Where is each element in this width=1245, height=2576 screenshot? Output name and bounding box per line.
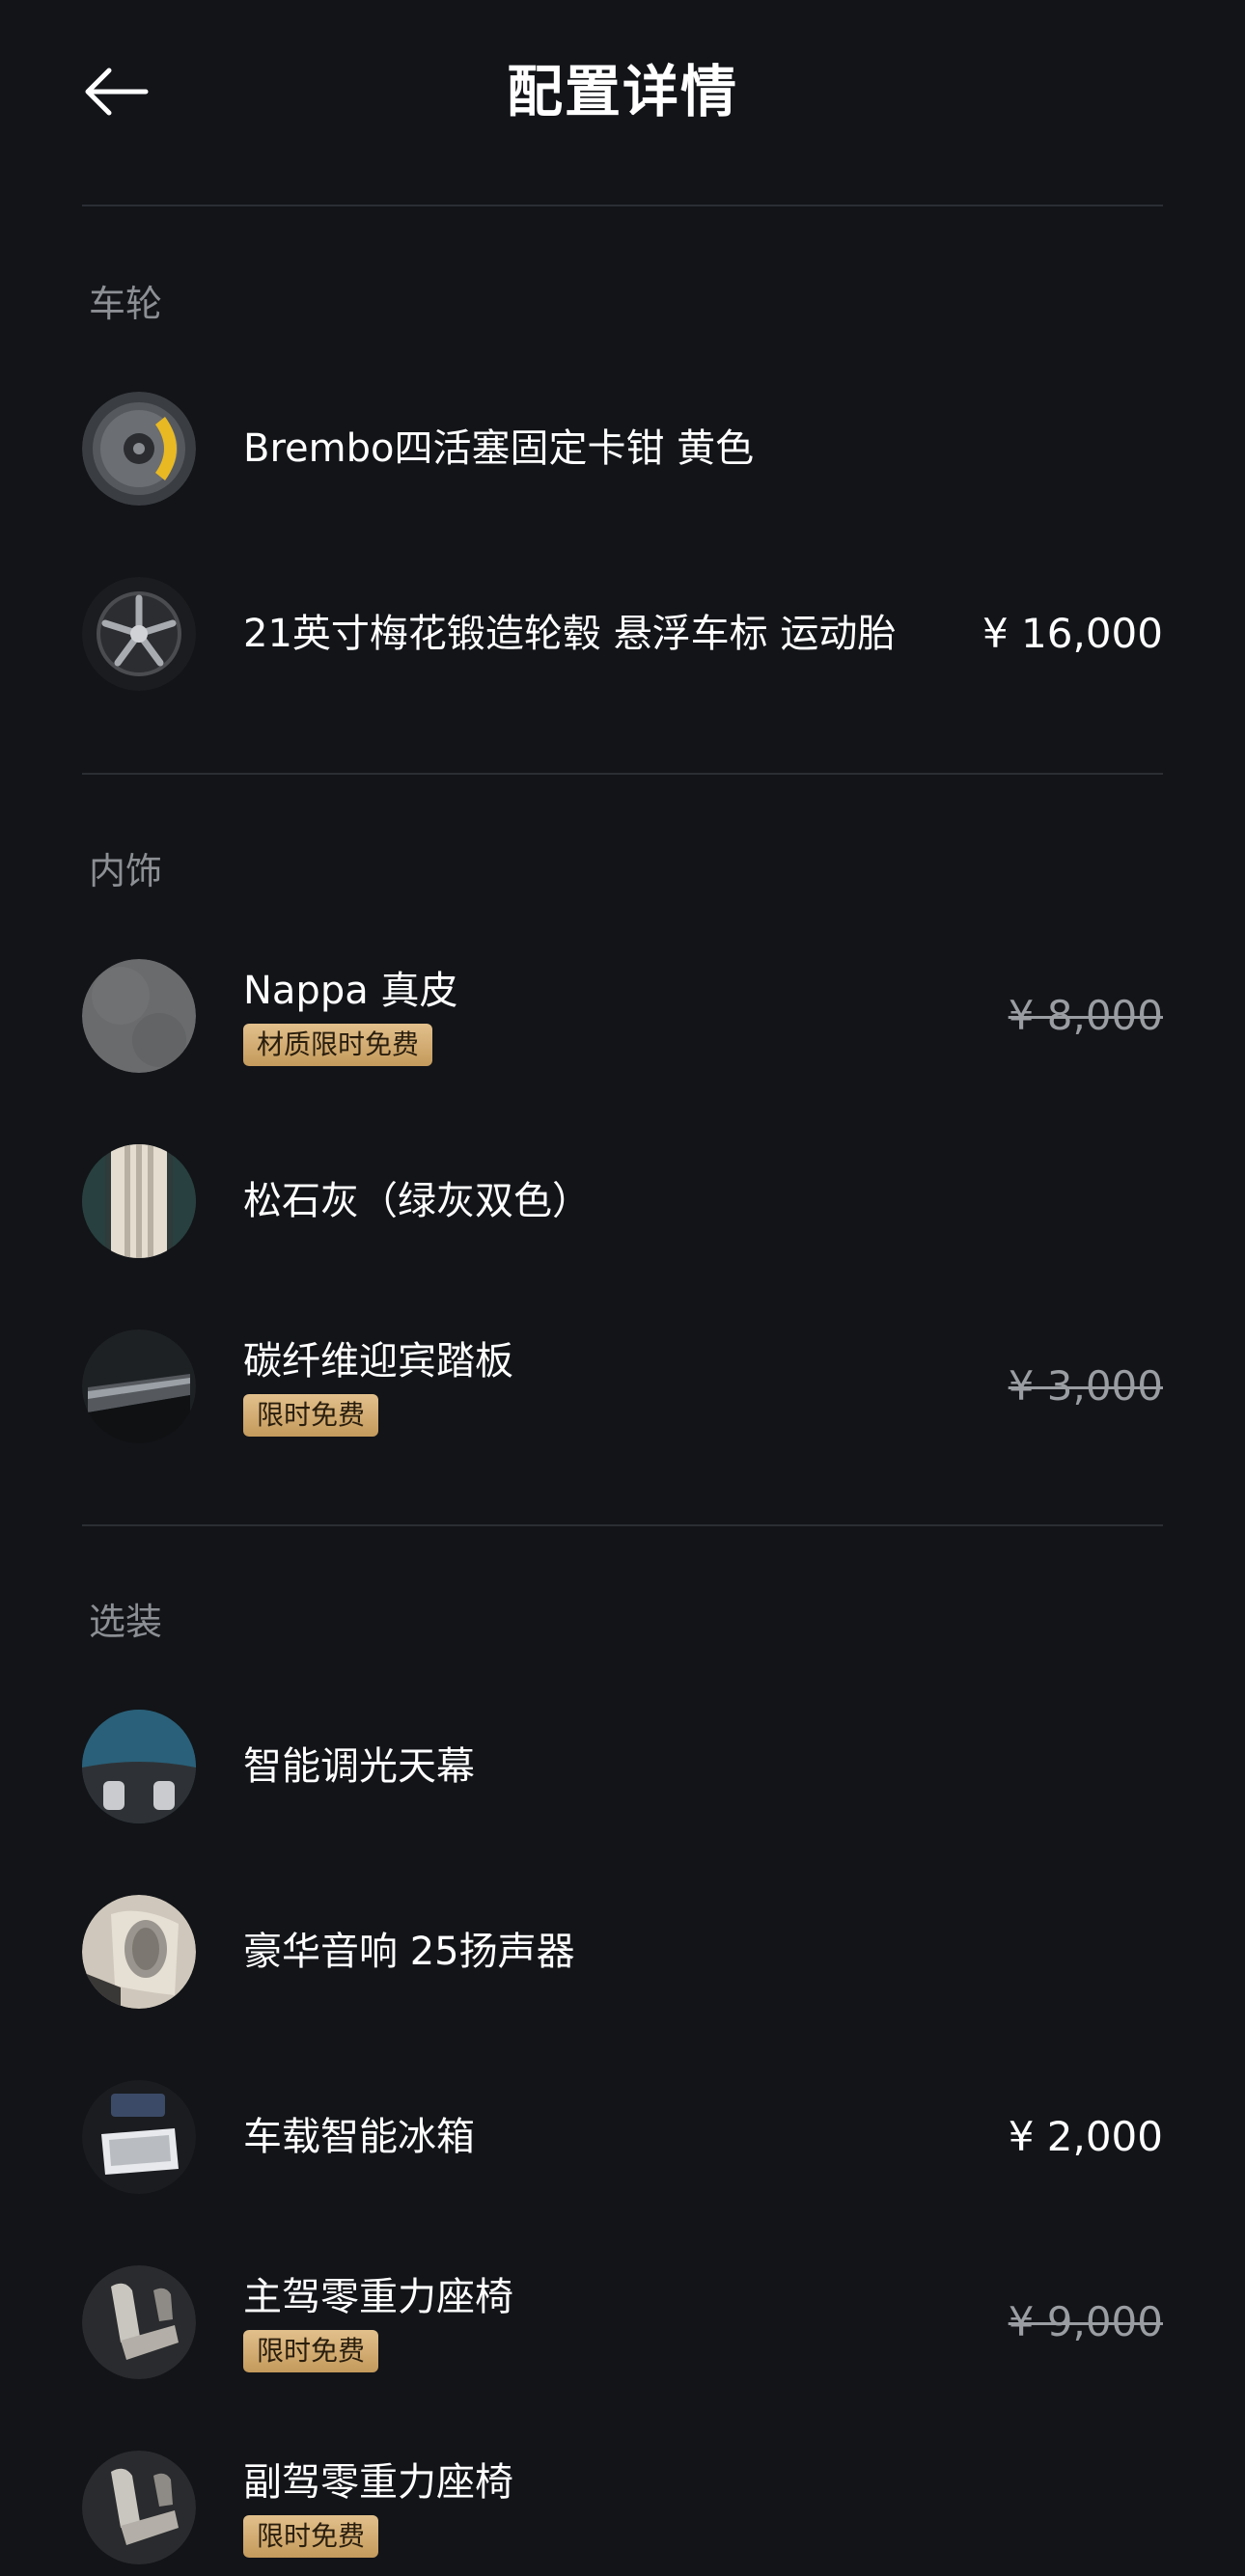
divider bbox=[82, 773, 1163, 775]
promo-badge: 限时免费 bbox=[243, 2515, 379, 2558]
option-name: 副驾零重力座椅 bbox=[243, 2460, 513, 2505]
seat-icon bbox=[82, 2265, 196, 2379]
promo-badge: 限时免费 bbox=[243, 1394, 379, 1437]
section-title-wheels: 车轮 bbox=[89, 283, 163, 325]
promo-badge: 材质限时免费 bbox=[243, 1024, 433, 1066]
speaker-icon bbox=[82, 1895, 196, 2009]
page-title: 配置详情 bbox=[506, 59, 738, 124]
option-price: ¥ 2,000 bbox=[1008, 2113, 1163, 2160]
option-price: ¥ 16,000 bbox=[982, 610, 1163, 657]
option-item-wheels[interactable]: 21英寸梅花锻造轮毂 悬浮车标 运动胎 ¥ 16,000 bbox=[82, 577, 1163, 702]
option-item-sunroof[interactable]: 智能调光天幕 bbox=[82, 1710, 1163, 1835]
option-price-struck: ¥ 8,000 bbox=[1008, 992, 1163, 1039]
option-item-interior-color[interactable]: 松石灰（绿灰双色） bbox=[82, 1144, 1163, 1270]
sunroof-icon bbox=[82, 1710, 196, 1823]
option-name: 21英寸梅花锻造轮毂 悬浮车标 运动胎 bbox=[243, 612, 897, 656]
divider bbox=[82, 205, 1163, 206]
divider bbox=[82, 1524, 1163, 1526]
option-name: 主驾零重力座椅 bbox=[243, 2275, 513, 2319]
interior-color-swatch-icon bbox=[82, 1144, 196, 1258]
option-price-struck: ¥ 3,000 bbox=[1008, 1362, 1163, 1410]
wheel-icon bbox=[82, 577, 196, 691]
option-name: Brembo四活塞固定卡钳 黄色 bbox=[243, 426, 755, 471]
option-name: 豪华音响 25扬声器 bbox=[243, 1930, 575, 1974]
option-name: Nappa 真皮 bbox=[243, 969, 458, 1013]
option-item-driver-seat[interactable]: 主驾零重力座椅 限时免费 ¥ 9,000 bbox=[82, 2265, 1163, 2391]
door-sill-icon bbox=[82, 1329, 196, 1443]
option-item-fridge[interactable]: 车载智能冰箱 ¥ 2,000 bbox=[82, 2080, 1163, 2206]
option-price-struck: ¥ 9,000 bbox=[1008, 2298, 1163, 2345]
option-item-brake-caliper[interactable]: Brembo四活塞固定卡钳 黄色 bbox=[82, 392, 1163, 517]
section-title-options: 选装 bbox=[89, 1601, 163, 1643]
option-name: 碳纤维迎宾踏板 bbox=[243, 1339, 513, 1384]
option-item-nappa-leather[interactable]: Nappa 真皮 材质限时免费 ¥ 8,000 bbox=[82, 959, 1163, 1084]
option-name: 车载智能冰箱 bbox=[243, 2115, 475, 2159]
option-item-door-sill[interactable]: 碳纤维迎宾踏板 限时免费 ¥ 3,000 bbox=[82, 1329, 1163, 1455]
seat-icon bbox=[82, 2451, 196, 2564]
fridge-icon bbox=[82, 2080, 196, 2194]
brake-caliper-icon bbox=[82, 392, 196, 506]
option-name: 智能调光天幕 bbox=[243, 1744, 475, 1789]
promo-badge: 限时免费 bbox=[243, 2330, 379, 2372]
option-name: 松石灰（绿灰双色） bbox=[243, 1179, 591, 1223]
option-item-passenger-seat[interactable]: 副驾零重力座椅 限时免费 bbox=[82, 2451, 1163, 2576]
top-bar: 配置详情 bbox=[0, 0, 1245, 183]
leather-swatch-icon bbox=[82, 959, 196, 1073]
section-title-interior: 内饰 bbox=[89, 850, 163, 892]
option-item-audio[interactable]: 豪华音响 25扬声器 bbox=[82, 1895, 1163, 2020]
